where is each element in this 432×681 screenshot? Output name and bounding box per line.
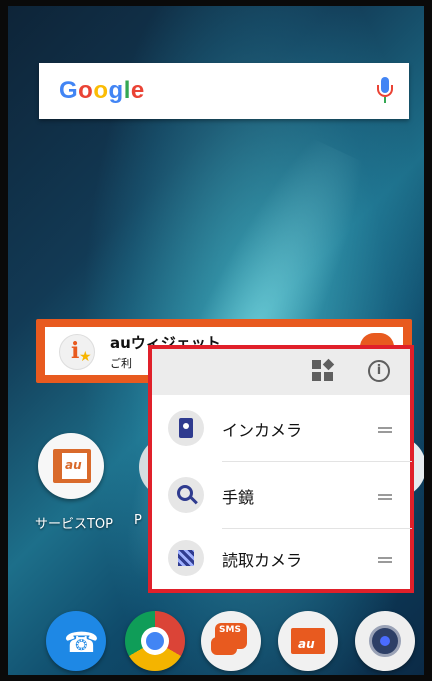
app-shortcuts-popup: i インカメラ 手鏡 読取カメラ bbox=[148, 345, 414, 593]
shortcut-row-hand-mirror[interactable]: 手鏡 bbox=[152, 462, 410, 528]
microphone-icon[interactable] bbox=[377, 77, 393, 105]
chrome-app-icon[interactable] bbox=[125, 611, 185, 671]
info-icon[interactable]: i bbox=[368, 360, 390, 382]
popup-header: i bbox=[152, 349, 410, 395]
selfie-camera-icon bbox=[168, 410, 204, 446]
drag-handle-icon[interactable] bbox=[378, 494, 392, 500]
shortcut-row-scan-camera[interactable]: 読取カメラ bbox=[152, 525, 410, 591]
au-widget-icon: i ★ bbox=[59, 334, 95, 370]
au-mail-icon-text: au bbox=[298, 637, 315, 651]
partial-app-label: P bbox=[134, 513, 142, 528]
shortcut-label: 読取カメラ bbox=[222, 551, 303, 570]
sms-app-icon[interactable]: SMS bbox=[201, 611, 261, 671]
logo-e: e bbox=[130, 77, 145, 104]
service-top-app-icon[interactable]: au bbox=[38, 433, 104, 499]
logo-g2: g bbox=[108, 77, 124, 104]
phone-screen: Google i ★ auウィジェット ご利 au サービスTOP P i イン… bbox=[0, 0, 432, 681]
phone-app-icon[interactable]: ☎ bbox=[46, 611, 106, 671]
logo-l: l bbox=[123, 77, 131, 104]
logo-o2: o bbox=[93, 77, 109, 104]
logo-g: G bbox=[59, 77, 79, 104]
widget-subtitle: ご利 bbox=[110, 357, 132, 370]
drag-handle-icon[interactable] bbox=[378, 427, 392, 433]
logo-o1: o bbox=[78, 77, 94, 104]
shortcut-label: 手鏡 bbox=[222, 488, 255, 507]
google-logo: Google bbox=[59, 77, 145, 105]
shortcut-label: インカメラ bbox=[222, 421, 303, 440]
au-mail-app-icon[interactable]: au bbox=[278, 611, 338, 671]
service-top-label: サービスTOP bbox=[34, 517, 113, 532]
qr-scanner-icon bbox=[168, 540, 204, 576]
drag-handle-icon[interactable] bbox=[378, 557, 392, 563]
google-search-bar[interactable]: Google bbox=[39, 63, 409, 119]
shortcut-row-in-camera[interactable]: インカメラ bbox=[152, 395, 410, 461]
camera-app-icon[interactable] bbox=[355, 611, 415, 671]
widgets-icon[interactable] bbox=[312, 358, 336, 384]
sms-icon-text: SMS bbox=[219, 625, 241, 635]
hand-mirror-icon bbox=[168, 477, 204, 513]
